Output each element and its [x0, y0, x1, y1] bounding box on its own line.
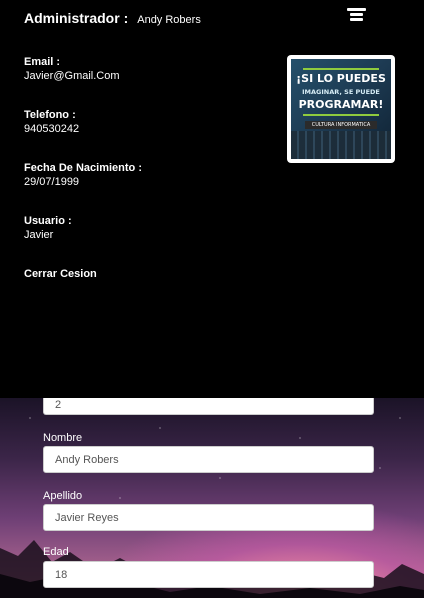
- fecha-nacimiento-label: Fecha De Nacimiento :: [24, 162, 142, 174]
- telefono-field: Telefono : 940530242: [24, 109, 79, 136]
- photo-text-1: ¡SI LO PUEDES: [296, 72, 386, 85]
- telefono-label: Telefono :: [24, 109, 76, 121]
- nombre-field[interactable]: [43, 446, 374, 473]
- email-field: Email : Javier@Gmail.Com: [24, 56, 120, 83]
- keyboard-graphic: [291, 131, 391, 159]
- email-label: Email :: [24, 56, 61, 68]
- photo-accent-bar: [303, 68, 379, 70]
- usuario-label: Usuario :: [24, 215, 72, 227]
- usuario-field: Usuario : Javier: [24, 215, 72, 242]
- menu-bar: [350, 13, 363, 16]
- email-value: Javier@Gmail.Com: [24, 70, 120, 82]
- edad-label: Edad: [43, 546, 69, 558]
- apellido-field[interactable]: [43, 504, 374, 531]
- profile-panel: Administrador : Andy Robers Email : Javi…: [0, 0, 424, 398]
- admin-name: Andy Robers: [137, 14, 201, 26]
- profile-photo: ¡SI LO PUEDES IMAGINAR, SE PUEDE PROGRAM…: [287, 55, 395, 163]
- photo-text-3: PROGRAMAR!: [298, 98, 384, 111]
- apellido-label: Apellido: [43, 490, 83, 502]
- telefono-value: 940530242: [24, 123, 80, 135]
- admin-title: Administrador :: [24, 10, 129, 26]
- admin-header: Administrador : Andy Robers: [24, 10, 201, 26]
- fecha-nacimiento-field: Fecha De Nacimiento : 29/07/1999: [24, 162, 142, 189]
- photo-image: ¡SI LO PUEDES IMAGINAR, SE PUEDE PROGRAM…: [291, 59, 391, 159]
- menu-bar: [347, 8, 366, 11]
- usuario-value: Javier: [24, 229, 54, 241]
- photo-accent-bar: [303, 114, 379, 116]
- edad-field[interactable]: [43, 561, 374, 588]
- menu-bar: [350, 18, 363, 21]
- logout-link[interactable]: Cerrar Cesion: [24, 268, 97, 280]
- nombre-label: Nombre: [43, 432, 83, 444]
- photo-text-4: CULTURA INFORMATICA: [305, 121, 377, 129]
- fecha-nacimiento-value: 29/07/1999: [24, 176, 80, 188]
- id-field[interactable]: [43, 395, 374, 415]
- menu-icon[interactable]: [347, 8, 366, 24]
- photo-text-2: IMAGINAR, SE PUEDE: [302, 88, 380, 96]
